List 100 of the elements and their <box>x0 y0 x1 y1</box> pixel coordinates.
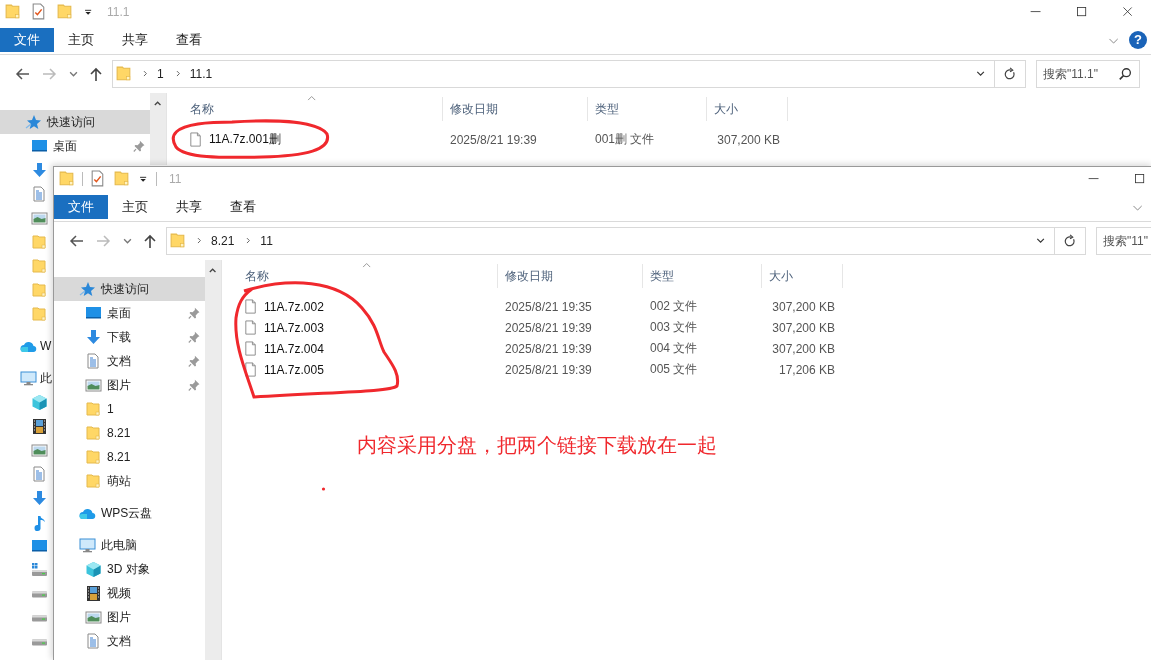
nav-item[interactable]: 3D 对象 <box>54 557 205 581</box>
file-name[interactable]: 11A.7z.005 <box>222 359 498 380</box>
search-field[interactable]: 搜索"11" <box>1096 227 1151 255</box>
nav-item[interactable]: 视频 <box>54 581 205 605</box>
nav-item[interactable]: 图片 <box>54 373 205 397</box>
maximize-icon <box>1075 5 1089 19</box>
column-header[interactable]: 类型 <box>588 97 707 121</box>
table-cell-text: 307,200 KB <box>771 341 836 356</box>
refresh-icon <box>1062 233 1078 249</box>
address-bar[interactable]: 1 11.1 <box>112 60 995 88</box>
ribbon-tab[interactable]: 文件 <box>0 28 54 52</box>
close-icon <box>1121 5 1135 19</box>
file-icon <box>188 131 204 148</box>
star-icon <box>25 113 42 131</box>
nav-item[interactable]: 桌面 <box>54 301 205 325</box>
window-title: 11.1 <box>107 5 130 19</box>
table-cell-text: 307,200 KB <box>716 132 781 147</box>
address-bar[interactable]: 8.21 11 <box>166 227 1055 255</box>
nav-item[interactable]: WPS云盘 <box>54 501 205 525</box>
desktop-icon <box>85 304 102 322</box>
search-field[interactable]: 搜索"11.1" <box>1036 60 1140 88</box>
folder-icon[interactable] <box>56 3 74 21</box>
refresh-button[interactable] <box>1055 227 1086 255</box>
nav-item[interactable]: 图片 <box>54 605 205 629</box>
breadcrumb[interactable]: 8.21 <box>209 234 241 248</box>
folder-icon[interactable] <box>4 3 22 21</box>
scrollbar[interactable] <box>150 93 167 165</box>
folder-icon <box>115 65 133 83</box>
column-header[interactable]: 名称 <box>167 97 443 121</box>
folder-icon <box>31 305 48 323</box>
file-icon <box>243 340 259 357</box>
folder-icon[interactable] <box>58 170 76 188</box>
download-icon <box>31 489 48 507</box>
cube-icon <box>85 560 102 578</box>
nav-item[interactable]: 8.21 <box>54 421 205 445</box>
scrollbar[interactable] <box>205 260 222 660</box>
picture-icon <box>31 209 48 227</box>
folder-icon <box>85 400 102 418</box>
ribbon-tab[interactable]: 共享 <box>108 28 162 52</box>
file-name[interactable]: 11A.7z.003 <box>222 317 498 338</box>
cube-icon <box>31 393 48 411</box>
folder-icon <box>31 257 48 275</box>
desktop-icon <box>31 137 48 155</box>
nav-item[interactable]: 萌站 <box>54 469 205 493</box>
breadcrumb[interactable]: 11 <box>258 234 279 248</box>
document-icon <box>85 352 102 370</box>
refresh-button[interactable] <box>995 60 1026 88</box>
table-cell-text: 2025/8/21 19:39 <box>504 341 593 356</box>
help-button[interactable]: ? <box>1129 31 1147 49</box>
nav-item[interactable]: 下载 <box>54 325 205 349</box>
nav-item[interactable]: 快速访问 <box>0 110 150 134</box>
column-header[interactable]: 名称 <box>222 264 498 288</box>
nav-item[interactable]: 此电脑 <box>54 533 205 557</box>
picture-icon <box>85 376 102 394</box>
folder-icon[interactable] <box>113 170 131 188</box>
file-name[interactable]: 11A.7z.002 <box>222 296 498 317</box>
annotation-dot <box>321 487 326 491</box>
nav-item[interactable]: 桌面 <box>0 134 150 158</box>
table-cell-text: 307,200 KB <box>771 320 836 335</box>
column-header[interactable]: 大小 <box>762 264 843 288</box>
document-icon <box>85 632 102 650</box>
film-icon <box>85 584 102 602</box>
breadcrumb[interactable]: 1 <box>155 67 170 81</box>
file-icon <box>243 298 259 315</box>
ribbon-tab[interactable]: 共享 <box>162 195 216 219</box>
column-header[interactable]: 修改日期 <box>498 264 643 288</box>
chevron-down-icon <box>122 238 132 244</box>
nav-item[interactable]: 快速访问 <box>54 277 205 301</box>
nav-item[interactable]: 此 <box>0 366 53 390</box>
nav-item[interactable]: 文档 <box>54 629 205 653</box>
film-icon <box>31 417 48 435</box>
star-icon <box>79 280 96 298</box>
file-icon <box>243 361 259 378</box>
breadcrumb[interactable]: 11.1 <box>187 67 219 81</box>
refresh-icon <box>1002 66 1018 82</box>
annotation-text: 内容采用分盘，把两个链接下载放在一起 <box>357 433 717 458</box>
file-icon <box>243 319 259 336</box>
column-header[interactable]: 类型 <box>643 264 762 288</box>
window-title: 11 <box>169 172 182 186</box>
file-name[interactable]: 11A.7z.004 <box>222 338 498 359</box>
nav-item[interactable]: 8.21 <box>54 445 205 469</box>
computer-icon <box>79 536 96 554</box>
chevron-down-icon <box>68 71 78 77</box>
column-header[interactable]: 大小 <box>707 97 788 121</box>
folder-icon <box>31 233 48 251</box>
ribbon-tab[interactable]: 主页 <box>54 28 108 52</box>
table-cell-text: 2025/8/21 19:39 <box>504 320 593 335</box>
ribbon-tab[interactable]: 查看 <box>162 28 216 52</box>
ribbon-tab[interactable]: 文件 <box>54 195 108 219</box>
nav-item[interactable]: 1 <box>54 397 205 421</box>
table-cell-text: 004 文件 <box>649 340 699 357</box>
ribbon-tab[interactable]: 查看 <box>216 195 270 219</box>
file-name[interactable]: 11A.7z.001删 <box>167 129 443 150</box>
folder-icon <box>85 424 102 442</box>
nav-item[interactable]: 文档 <box>54 349 205 373</box>
column-header[interactable]: 修改日期 <box>443 97 588 121</box>
nav-item[interactable]: W <box>0 334 53 358</box>
ribbon-tab[interactable]: 主页 <box>108 195 162 219</box>
table-cell-text: 002 文件 <box>649 298 699 315</box>
picture-icon <box>31 441 48 459</box>
